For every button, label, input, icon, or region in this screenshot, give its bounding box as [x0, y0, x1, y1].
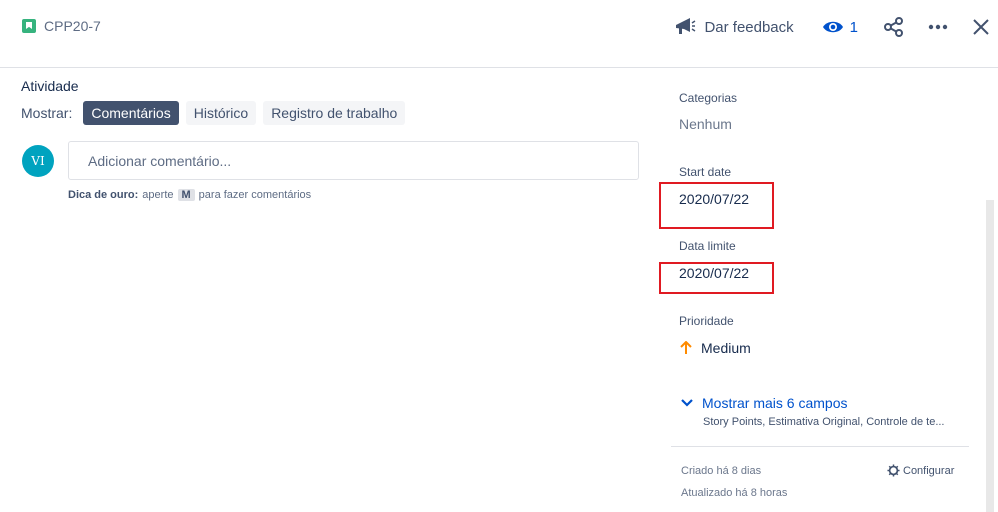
tip-bold: Dica de ouro: [68, 189, 139, 201]
close-icon [973, 19, 989, 35]
created-text: Criado há 8 dias [681, 465, 762, 477]
configure-label: Configurar [903, 464, 955, 477]
tip-post: para fazer comentários [198, 189, 312, 201]
show-more-fields-button[interactable]: Mostrar mais 6 campos [681, 395, 847, 411]
show-more-fields-label: Mostrar mais 6 campos [702, 395, 848, 411]
configure-button[interactable]: Configurar [887, 464, 954, 477]
megaphone-icon [676, 18, 696, 34]
start-date-highlight [659, 182, 774, 229]
tab-work-log[interactable]: Registro de trabalho [263, 101, 406, 125]
categories-value[interactable]: Nenhum [679, 116, 732, 132]
scrollbar[interactable] [986, 200, 994, 512]
tip-key: M [177, 189, 195, 201]
issue-key-link[interactable]: CPP20-7 [22, 18, 101, 34]
gear-icon [887, 464, 900, 477]
close-button[interactable] [972, 18, 990, 36]
chevron-down-icon [681, 399, 693, 407]
avatar: VI [22, 145, 54, 177]
show-label: Mostrar: [21, 105, 73, 121]
feedback-button[interactable]: Dar feedback [674, 17, 794, 37]
updated-text: Atualizado há 8 horas [681, 487, 788, 499]
priority-value: Medium [701, 340, 751, 356]
tip-pre: aperte [142, 189, 174, 201]
tab-comments[interactable]: Comentários [83, 101, 179, 125]
due-date-label: Data limite [679, 239, 736, 253]
issue-key-text: CPP20-7 [44, 18, 101, 34]
story-icon [22, 19, 36, 33]
add-comment-input[interactable]: Adicionar comentário... [68, 141, 639, 180]
watch-button[interactable]: 1 [822, 19, 858, 36]
arrow-up-icon [680, 341, 692, 354]
activity-heading: Atividade [21, 78, 79, 94]
issue-header: CPP20-7 Dar feedback 1 [0, 0, 998, 68]
divider [671, 446, 969, 447]
activity-filter: Mostrar: Comentários Histórico Registro … [21, 101, 406, 125]
share-icon [884, 17, 903, 37]
more-fields-list: Story Points, Estimativa Original, Contr… [703, 416, 945, 428]
more-horizontal-icon [928, 24, 948, 30]
comment-tip: Dica de ouro: aperte M para fazer coment… [68, 189, 311, 201]
due-date-highlight [659, 262, 774, 294]
feedback-label: Dar feedback [704, 18, 794, 36]
watch-count: 1 [849, 18, 858, 36]
share-button[interactable] [884, 17, 904, 37]
eye-icon [822, 21, 843, 33]
header-actions: Dar feedback 1 [674, 14, 998, 40]
priority-label: Prioridade [679, 314, 734, 328]
more-actions-button[interactable] [928, 24, 948, 30]
categories-label: Categorias [679, 91, 738, 105]
start-date-label: Start date [679, 165, 732, 179]
priority-field[interactable]: Medium [679, 340, 751, 356]
tab-history[interactable]: Histórico [185, 101, 257, 125]
